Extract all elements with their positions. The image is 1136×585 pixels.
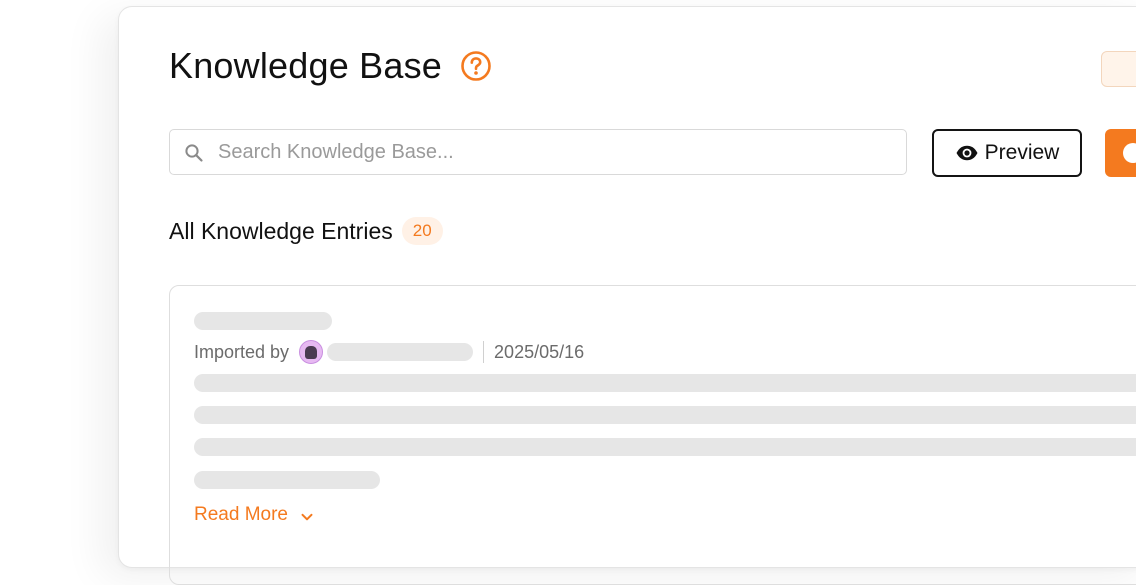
- knowledge-base-panel: Knowledge Base Preview: [118, 6, 1136, 585]
- meta-divider: [483, 341, 485, 363]
- title-row: Knowledge Base: [169, 45, 492, 87]
- user-avatar-icon: [299, 340, 324, 364]
- entry-title-skeleton: [194, 312, 332, 330]
- page-title: Knowledge Base: [169, 45, 442, 86]
- entries-header: All Knowledge Entries 20: [169, 217, 443, 245]
- read-more-link[interactable]: Read More: [194, 504, 314, 526]
- entry-date: 2025/05/16: [494, 341, 585, 362]
- question-circle-icon[interactable]: [460, 50, 492, 82]
- content-skeleton-line: [194, 406, 1136, 424]
- primary-action-button[interactable]: [1105, 129, 1136, 177]
- chevron-down-icon: [300, 508, 314, 522]
- imported-by-label: Imported by: [194, 341, 290, 362]
- importer-name-skeleton: [327, 343, 474, 361]
- header-action-button[interactable]: [1101, 51, 1136, 87]
- entry-meta: Imported by 2025/05/16: [194, 340, 584, 364]
- preview-button[interactable]: Preview: [932, 129, 1082, 177]
- button-icon: [1123, 143, 1136, 163]
- entries-title: All Knowledge Entries: [169, 217, 393, 244]
- entries-count-badge: 20: [401, 217, 443, 245]
- search-icon: [184, 143, 204, 163]
- read-more-label: Read More: [194, 504, 288, 525]
- search-input[interactable]: [216, 131, 880, 173]
- search-bar: [169, 129, 907, 175]
- content-skeleton-line: [194, 374, 1136, 392]
- preview-button-label: Preview: [984, 141, 1060, 164]
- knowledge-entry-card[interactable]: Imported by 2025/05/16 Read More: [169, 285, 1136, 585]
- content-skeleton-line: [194, 438, 1136, 456]
- content-skeleton-line: [194, 471, 380, 489]
- eye-icon: [955, 141, 979, 165]
